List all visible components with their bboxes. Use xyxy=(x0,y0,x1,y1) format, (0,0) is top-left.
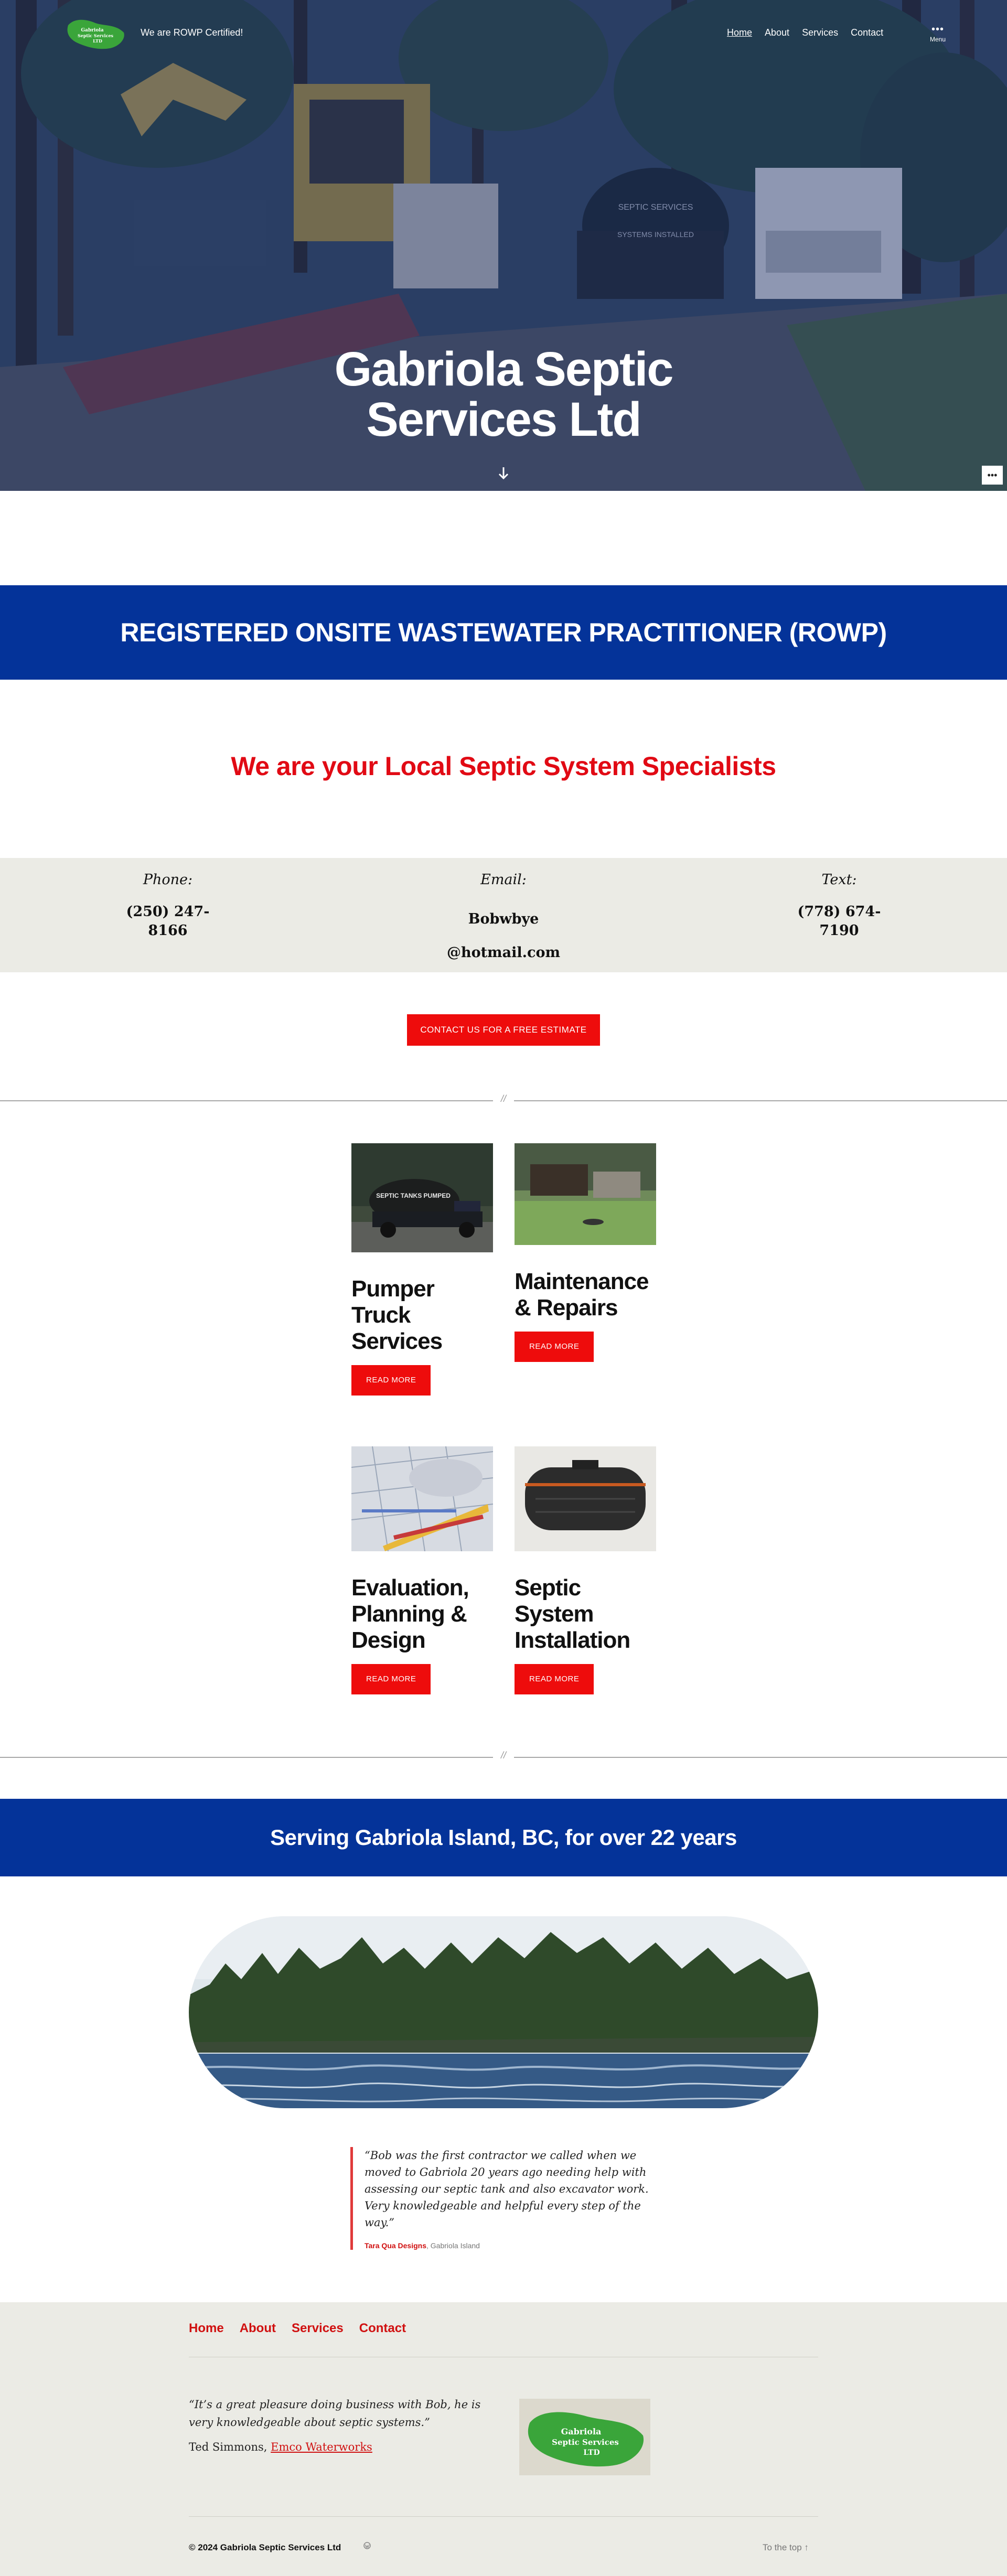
menu-dots-icon: ••• xyxy=(931,24,944,35)
svg-text:LTD: LTD xyxy=(583,2449,599,2457)
service-title-installation: Septic System Installation xyxy=(515,1575,630,1653)
septic-tank-image xyxy=(515,1446,656,1551)
footer-nav-home[interactable]: Home xyxy=(189,2321,224,2336)
site-footer: Home About Services Contact “It’s a grea… xyxy=(0,2302,1007,2576)
email-line-2: @hotmail.com xyxy=(446,944,561,961)
service-card-evaluation: Evaluation, Planning & Design READ MORE xyxy=(351,1446,494,1694)
maintenance-image xyxy=(515,1143,656,1245)
lake-forest-image xyxy=(189,1916,818,2108)
separator-mark: // xyxy=(493,1750,514,1761)
arrow-down-icon[interactable] xyxy=(495,465,512,481)
testimonial-cite: Tara Qua Designs, Gabriola Island xyxy=(365,2241,660,2250)
footer-quote: “It’s a great pleasure doing business wi… xyxy=(189,2398,481,2429)
text-value[interactable]: (778) 674-7190 xyxy=(787,903,892,940)
nav-services[interactable]: Services xyxy=(802,27,838,38)
site-tagline: We are ROWP Certified! xyxy=(141,27,243,38)
serving-banner: Serving Gabriola Island, BC, for over 22… xyxy=(0,1799,1007,1876)
testimonial-quote: “Bob was the first contractor we called … xyxy=(350,2147,660,2250)
phone-block: Phone: (250) 247-8166 xyxy=(115,872,220,940)
email-block: Email: Bobwbye @hotmail.com xyxy=(435,872,572,970)
separator-mark: // xyxy=(493,1093,514,1104)
service-title-maintenance: Maintenance & Repairs xyxy=(515,1269,649,1321)
menu-label: Menu xyxy=(929,36,946,43)
rowp-banner: REGISTERED ONSITE WASTEWATER PRACTITIONE… xyxy=(0,585,1007,680)
hero-title: Gabriola Septic Services Ltd xyxy=(334,342,674,446)
primary-nav: Home About Services Contact xyxy=(727,27,883,38)
wordpress-icon[interactable] xyxy=(363,2541,371,2550)
svg-text:Septic Services: Septic Services xyxy=(78,33,114,38)
footer-logo: Gabriola Septic Services LTD xyxy=(519,2399,650,2475)
svg-text:Gabriola: Gabriola xyxy=(561,2427,602,2437)
pumper-truck-image-text: SEPTIC TANKS PUMPED xyxy=(376,1192,451,1199)
email-line-1: Bobwbye xyxy=(468,911,539,927)
footer-quote-author: Ted Simmons, Emco Waterworks xyxy=(189,2441,372,2453)
nav-home[interactable]: Home xyxy=(727,27,752,38)
contact-strip: Phone: (250) 247-8166 Email: Bobwbye @ho… xyxy=(0,858,1007,972)
read-more-button[interactable]: READ MORE xyxy=(351,1664,431,1694)
read-more-button[interactable]: READ MORE xyxy=(515,1664,594,1694)
testimonial-location: , Gabriola Island xyxy=(426,2241,480,2250)
read-more-button[interactable]: READ MORE xyxy=(351,1365,431,1396)
svg-text:LTD: LTD xyxy=(93,38,102,44)
footer-nav-services[interactable]: Services xyxy=(292,2321,344,2336)
service-card-pumper: SEPTIC TANKS PUMPED Pumper Truck Service… xyxy=(351,1143,493,1396)
menu-button[interactable]: ••• Menu xyxy=(926,24,949,43)
nav-contact[interactable]: Contact xyxy=(851,27,883,38)
specialists-heading: We are your Local Septic System Speciali… xyxy=(231,752,776,781)
hero-section: SEPTIC SERVICES SYSTEMS INSTALLED Gabrio… xyxy=(0,0,1007,491)
read-more-button[interactable]: READ MORE xyxy=(515,1332,594,1362)
phone-value[interactable]: (250) 247-8166 xyxy=(115,903,220,940)
nav-about[interactable]: About xyxy=(765,27,789,38)
site-header: Gabriola Septic Services LTD We are ROWP… xyxy=(0,0,1007,68)
testimonial-text: “Bob was the first contractor we called … xyxy=(365,2149,649,2229)
footer-nav: Home About Services Contact xyxy=(189,2321,406,2336)
to-the-top-link[interactable]: To the top ↑ xyxy=(763,2542,809,2553)
svg-text:Septic Services: Septic Services xyxy=(552,2438,619,2447)
footer-testimonial: “It’s a great pleasure doing business wi… xyxy=(189,2396,483,2453)
email-label: Email: xyxy=(480,872,527,888)
free-estimate-button[interactable]: CONTACT US FOR A FREE ESTIMATE xyxy=(407,1014,600,1046)
site-logo[interactable]: Gabriola Septic Services LTD xyxy=(65,16,127,52)
service-card-maintenance: Maintenance & Repairs READ MORE xyxy=(515,1143,656,1362)
copyright: © 2024 Gabriola Septic Services Ltd xyxy=(189,2542,341,2552)
ellipsis-icon[interactable]: ••• xyxy=(982,466,1003,485)
service-title-pumper: Pumper Truck Services xyxy=(351,1276,443,1354)
testimonial-author-link[interactable]: Tara Qua Designs xyxy=(365,2241,426,2250)
svg-text:Gabriola: Gabriola xyxy=(81,28,103,33)
pumper-truck-image: SEPTIC TANKS PUMPED xyxy=(351,1143,493,1252)
phone-label: Phone: xyxy=(143,872,193,888)
emco-link[interactable]: Emco Waterworks xyxy=(271,2441,372,2453)
footer-nav-about[interactable]: About xyxy=(240,2321,276,2336)
footer-nav-contact[interactable]: Contact xyxy=(359,2321,406,2336)
service-title-evaluation: Evaluation, Planning & Design xyxy=(351,1575,469,1653)
service-card-installation: Septic System Installation READ MORE xyxy=(515,1446,656,1694)
planning-image xyxy=(351,1446,494,1552)
footer-divider xyxy=(189,2516,818,2517)
text-label: Text: xyxy=(821,872,857,888)
email-value[interactable]: Bobwbye @hotmail.com xyxy=(435,903,572,970)
text-block: Text: (778) 674-7190 xyxy=(787,872,892,940)
